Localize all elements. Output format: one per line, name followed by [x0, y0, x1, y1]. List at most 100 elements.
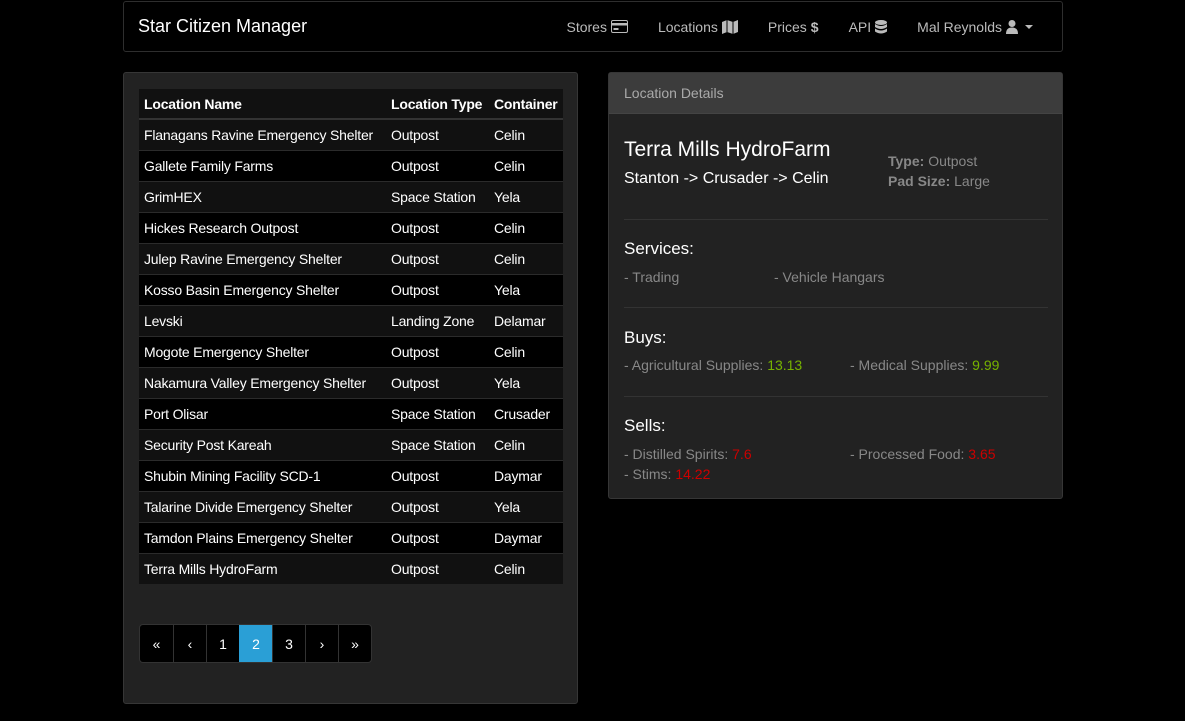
cell-location-type: Outpost	[386, 552, 489, 584]
cell-container: Celin	[489, 149, 563, 181]
page-last-button[interactable]: »	[338, 625, 371, 662]
table-row[interactable]: Kosso Basin Emergency Shelter Outpost Yela	[139, 273, 563, 305]
table-row[interactable]: Shubin Mining Facility SCD-1 Outpost Dayma…	[139, 459, 563, 491]
nav-item-label: Locations	[657, 18, 718, 35]
cell-location-type: Space Station	[386, 180, 489, 212]
page-prev-button[interactable]: ‹	[173, 625, 206, 662]
cell-location-type: Outpost	[386, 118, 489, 150]
table-row[interactable]: Security Post Kareah Space Station Celin	[139, 428, 563, 460]
table-row[interactable]: Levski Landing Zone Delamar	[139, 304, 563, 336]
table-row[interactable]: Flanagans Ravine Emergency Shelter Outpos…	[139, 118, 563, 150]
table-row[interactable]: Hickes Research Outpost Outpost Celin	[139, 211, 563, 243]
cell-container: Celin	[489, 335, 563, 367]
nav-item-api[interactable]: API	[849, 19, 888, 35]
page-1-button[interactable]: 1	[206, 625, 239, 662]
cell-location-name: Flanagans Ravine Emergency Shelter	[139, 118, 386, 150]
cell-location-type: Space Station	[386, 428, 489, 460]
table-row[interactable]: GrimHEX Space Station Yela	[139, 180, 563, 212]
nav-item-label: Stores	[566, 18, 607, 35]
cell-location-type: Outpost	[386, 521, 489, 553]
column-header-location-name[interactable]: Location Name	[139, 89, 386, 120]
cell-location-type: Space Station	[386, 397, 489, 429]
buy-item-label: - Agricultural Supplies:	[624, 357, 764, 373]
cell-location-name: Hickes Research Outpost	[139, 211, 386, 243]
sell-item-label: - Stims:	[624, 466, 672, 482]
locations-list-panel: Location Name Location Type Container Fl…	[123, 72, 578, 704]
cell-container: Daymar	[489, 459, 563, 491]
table-header-row: Location Name Location Type Container	[139, 89, 563, 120]
divider	[624, 307, 1048, 308]
cell-container: Celin	[489, 428, 563, 460]
user-name: Mal Reynolds	[917, 18, 1002, 35]
service-item: - Trading	[624, 269, 680, 285]
location-meta: Type: Outpost Pad Size: Large	[888, 151, 990, 191]
pad-size-value: Large	[954, 173, 990, 189]
cell-location-type: Outpost	[386, 273, 489, 305]
sell-item: - Processed Food: 3.65	[850, 446, 996, 462]
table-body: Flanagans Ravine Emergency Shelter Outpos…	[139, 118, 563, 584]
location-title: Terra Mills HydroFarm	[624, 138, 831, 161]
dollar-icon: $	[810, 18, 819, 35]
divider	[624, 219, 1048, 220]
buy-item-label: - Medical Supplies:	[850, 357, 969, 373]
table-row[interactable]: Port Olisar Space Station Crusader	[139, 397, 563, 429]
brand-link[interactable]: Star Citizen Manager	[138, 16, 307, 37]
nav-item-prices[interactable]: Prices $	[768, 19, 819, 35]
table-row[interactable]: Terra Mills HydroFarm Outpost Celin	[139, 552, 563, 584]
cell-container: Delamar	[489, 304, 563, 336]
cell-location-name: Kosso Basin Emergency Shelter	[139, 273, 386, 305]
buy-item: - Medical Supplies: 9.99	[850, 357, 999, 373]
nav-item-stores[interactable]: Stores	[566, 18, 628, 35]
table-row[interactable]: Nakamura Valley Emergency Shelter Outpost…	[139, 366, 563, 398]
sells-title: Sells:	[624, 416, 666, 435]
cell-location-type: Outpost	[386, 211, 489, 243]
cell-container: Yela	[489, 273, 563, 305]
nav-item-label: Prices	[767, 18, 807, 35]
page-3-button[interactable]: 3	[272, 625, 305, 662]
location-path: Stanton -> Crusader -> Celin	[624, 170, 829, 187]
page-next-button[interactable]: ›	[305, 625, 338, 662]
sell-item-price: 3.65	[968, 446, 996, 462]
cell-location-name: Tamdon Plains Emergency Shelter	[139, 521, 386, 553]
sell-item-label: - Distilled Spirits:	[624, 446, 729, 462]
cell-location-name: Shubin Mining Facility SCD-1	[139, 459, 386, 491]
cell-location-name: Terra Mills HydroFarm	[139, 552, 386, 584]
map-icon	[721, 19, 738, 34]
cell-container: Celin	[489, 118, 563, 150]
pagination: « ‹ 1 2 3 › »	[139, 624, 372, 663]
pad-size-label: Pad Size:	[888, 173, 951, 189]
cell-container: Daymar	[489, 521, 563, 553]
buy-item: - Agricultural Supplies: 13.13	[624, 357, 802, 373]
column-header-location-type[interactable]: Location Type	[386, 89, 489, 120]
cell-container: Yela	[489, 490, 563, 522]
cell-container: Yela	[489, 180, 563, 212]
cell-location-name: Nakamura Valley Emergency Shelter	[139, 366, 386, 398]
cell-location-type: Landing Zone	[386, 304, 489, 336]
cell-location-type: Outpost	[386, 459, 489, 491]
cell-container: Crusader	[489, 397, 563, 429]
sell-item: - Distilled Spirits: 7.6	[624, 446, 752, 462]
cell-location-name: GrimHEX	[139, 180, 386, 212]
page-2-button[interactable]: 2	[239, 625, 272, 662]
table-row[interactable]: Tamdon Plains Emergency Shelter Outpost Da…	[139, 521, 563, 553]
buy-item-price: 9.99	[972, 357, 1000, 373]
buys-title: Buys:	[624, 328, 667, 347]
page-first-button[interactable]: «	[140, 625, 173, 662]
table-row[interactable]: Julep Ravine Emergency Shelter Outpost Cel…	[139, 242, 563, 274]
user-menu-dropdown[interactable]: Mal Reynolds	[917, 19, 1034, 35]
service-item: - Vehicle Hangars	[774, 269, 885, 285]
table-row[interactable]: Talarine Divide Emergency Shelter Outpost…	[139, 490, 563, 522]
cell-location-name: Julep Ravine Emergency Shelter	[139, 242, 386, 274]
cell-location-type: Outpost	[386, 366, 489, 398]
navbar: Star Citizen Manager Stores Locations Pr…	[123, 1, 1063, 52]
sell-item-price: 7.6	[732, 446, 752, 462]
cell-container: Celin	[489, 242, 563, 274]
table-row[interactable]: Mogote Emergency Shelter Outpost Celin	[139, 335, 563, 367]
sell-item: - Stims: 14.22	[624, 466, 710, 482]
sell-item-label: - Processed Food:	[850, 446, 965, 462]
nav-item-locations[interactable]: Locations	[658, 19, 738, 35]
services-title: Services:	[624, 239, 694, 258]
table-row[interactable]: Gallete Family Farms Outpost Celin	[139, 149, 563, 181]
cell-location-type: Outpost	[386, 149, 489, 181]
column-header-container[interactable]: Container	[489, 89, 563, 120]
